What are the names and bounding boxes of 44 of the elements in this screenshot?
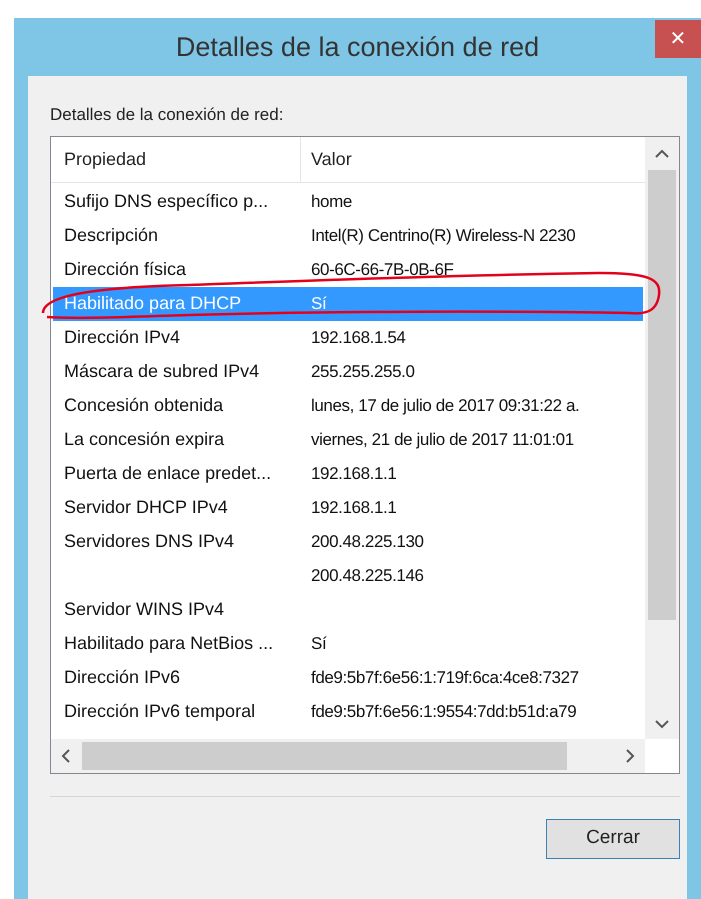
scroll-up-icon[interactable] xyxy=(655,148,669,158)
property-cell: Dirección IPv6 xyxy=(64,667,180,687)
property-cell: Descripción xyxy=(64,225,158,245)
value-cell: lunes, 17 de julio de 2017 09:31:22 a. xyxy=(311,396,580,415)
property-cell: Concesión obtenida xyxy=(64,395,224,415)
property-cell: Puerta de enlace predet... xyxy=(64,463,272,483)
value-cell: 200.48.225.146 xyxy=(311,566,424,585)
value-cell: Intel(R) Centrino(R) Wireless-N 2230 xyxy=(311,226,576,245)
scroll-left-icon[interactable] xyxy=(61,748,70,762)
column-header[interactable]: Valor xyxy=(301,136,645,182)
property-cell: Sufijo DNS específico p... xyxy=(64,191,268,211)
scroll-thumb[interactable] xyxy=(82,742,567,770)
close-button[interactable]: ✕ xyxy=(655,20,701,58)
property-cell: Dirección IPv6 temporal xyxy=(64,701,256,721)
property-cell: Dirección IPv4 xyxy=(64,327,180,347)
value-cell: 192.168.1.1 xyxy=(311,498,396,517)
value-cell: home xyxy=(311,192,352,211)
value-cell: 200.48.225.130 xyxy=(311,532,424,551)
value-cell: 192.168.1.54 xyxy=(311,328,406,347)
property-cell: Servidor WINS IPv4 xyxy=(64,599,224,619)
scroll-thumb[interactable] xyxy=(648,170,676,620)
scroll-down-icon[interactable] xyxy=(655,720,669,728)
value-cell: fde9:5b7f:6e56:1:719f:6ca:4ce8:7327 xyxy=(311,668,579,687)
value-cell: viernes, 21 de julio de 2017 11:01:01 xyxy=(311,430,574,449)
window-title: Detalles de la conexión de red xyxy=(176,30,540,64)
property-cell: Dirección física xyxy=(64,259,186,279)
value-cell: 192.168.1.1 xyxy=(311,464,396,483)
value-cell: Sí xyxy=(311,634,326,653)
vertical-scrollbar[interactable] xyxy=(645,136,679,738)
scroll-right-icon[interactable] xyxy=(626,748,635,762)
property-cell: Máscara de subred IPv4 xyxy=(64,361,260,381)
close-dialog-button[interactable]: Cerrar xyxy=(546,818,680,858)
property-cell: La concesión expira xyxy=(64,429,224,449)
property-cell: Habilitado para NetBios ... xyxy=(64,633,274,653)
value-cell: 60-6C-66-7B-0B-6F xyxy=(311,260,454,279)
property-cell: Servidor DHCP IPv4 xyxy=(64,497,228,517)
value-cell: 255.255.255.0 xyxy=(311,362,415,381)
value-cell: fde9:5b7f:6e56:1:9554:7dd:b51d:a79 xyxy=(311,702,576,721)
property-cell: Servidores DNS IPv4 xyxy=(64,531,234,551)
value-cell: Sí xyxy=(311,294,326,313)
horizontal-scrollbar[interactable] xyxy=(51,738,645,772)
group-label: Detalles de la conexión de red: xyxy=(50,104,284,126)
property-cell: Habilitado para DHCP xyxy=(64,293,242,313)
column-header[interactable]: Propiedad xyxy=(51,136,301,182)
